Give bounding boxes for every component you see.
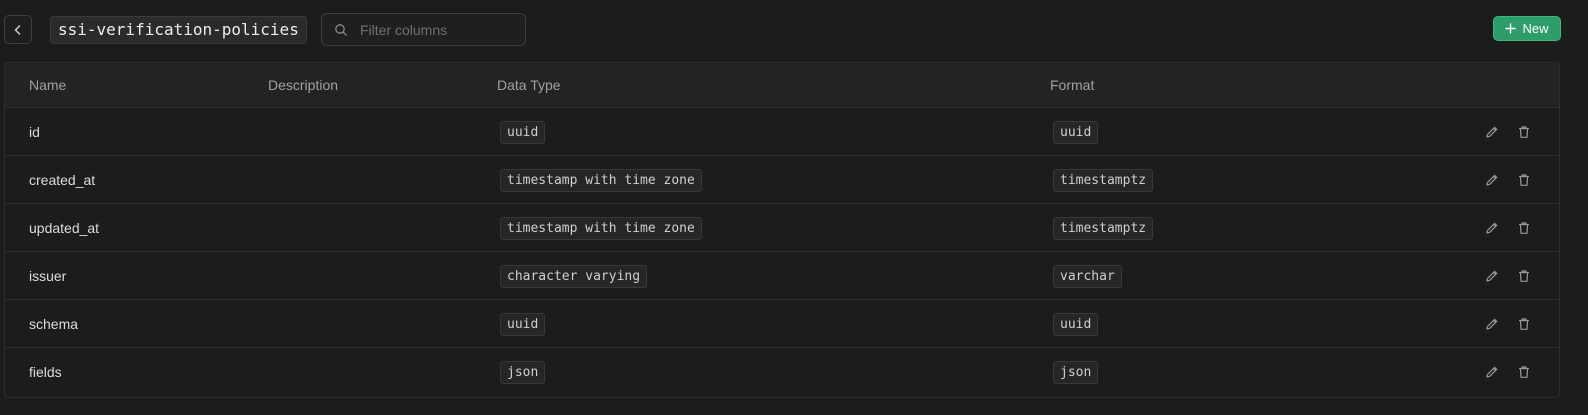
edit-column-button[interactable] (1483, 219, 1501, 237)
column-name-cell: updated_at (29, 220, 100, 236)
delete-column-button[interactable] (1515, 123, 1533, 141)
table-row: schema uuid uuid (5, 300, 1559, 348)
column-name-cell: schema (29, 316, 79, 332)
filter-columns-field[interactable] (321, 13, 526, 46)
table-name: ssi-verification-policies (50, 16, 307, 44)
column-header-format: Format (1050, 77, 1095, 93)
format-badge: timestamptz (1053, 217, 1154, 240)
column-name-cell: fields (29, 364, 62, 380)
table-row: created_at timestamp with time zone time… (5, 156, 1559, 204)
delete-column-button[interactable] (1515, 171, 1533, 189)
table-row: fields json json (5, 348, 1559, 396)
search-icon (335, 24, 347, 36)
column-header-description: Description (268, 77, 339, 93)
column-header-name: Name (29, 77, 67, 93)
edit-column-button[interactable] (1483, 267, 1501, 285)
delete-column-button[interactable] (1515, 267, 1533, 285)
trash-icon (1519, 222, 1529, 234)
back-button[interactable] (4, 15, 32, 44)
column-header-data-type: Data Type (497, 77, 561, 93)
trash-icon (1519, 174, 1529, 186)
trash-icon (1519, 126, 1529, 138)
pencil-icon (1486, 318, 1498, 330)
pencil-icon (1486, 270, 1498, 282)
data-type-badge: uuid (500, 121, 546, 144)
pencil-icon (1486, 366, 1498, 378)
format-badge: timestamptz (1053, 169, 1154, 192)
new-button-label: New (1522, 21, 1549, 36)
toolbar: ssi-verification-policies New (0, 0, 1588, 62)
pencil-icon (1486, 126, 1498, 138)
trash-icon (1519, 366, 1529, 378)
table-row: id uuid uuid (5, 108, 1559, 156)
columns-table: Name Description Data Type Format id uui… (4, 62, 1560, 398)
edit-column-button[interactable] (1483, 123, 1501, 141)
table-row: updated_at timestamp with time zone time… (5, 204, 1559, 252)
trash-icon (1519, 318, 1529, 330)
edit-column-button[interactable] (1483, 171, 1501, 189)
plus-icon (1505, 23, 1517, 34)
pencil-icon (1486, 174, 1498, 186)
data-type-badge: timestamp with time zone (500, 217, 702, 240)
delete-column-button[interactable] (1515, 219, 1533, 237)
table-row: issuer character varying varchar (5, 252, 1559, 300)
format-badge: uuid (1053, 313, 1099, 336)
pencil-icon (1486, 222, 1498, 234)
chevron-left-icon (14, 24, 21, 35)
data-type-badge: character varying (500, 265, 648, 288)
edit-column-button[interactable] (1483, 363, 1501, 381)
column-name-cell: id (29, 124, 40, 140)
edit-column-button[interactable] (1483, 315, 1501, 333)
format-badge: varchar (1053, 265, 1122, 288)
format-badge: json (1053, 361, 1099, 384)
filter-columns-input[interactable] (360, 14, 520, 45)
data-type-badge: json (500, 361, 546, 384)
column-name-cell: issuer (29, 268, 67, 284)
data-type-badge: timestamp with time zone (500, 169, 702, 192)
delete-column-button[interactable] (1515, 315, 1533, 333)
format-badge: uuid (1053, 121, 1099, 144)
data-type-badge: uuid (500, 313, 546, 336)
column-name-cell: created_at (29, 172, 96, 188)
trash-icon (1519, 270, 1529, 282)
new-column-button[interactable]: New (1493, 16, 1561, 41)
table-header: Name Description Data Type Format (5, 63, 1559, 108)
delete-column-button[interactable] (1515, 363, 1533, 381)
